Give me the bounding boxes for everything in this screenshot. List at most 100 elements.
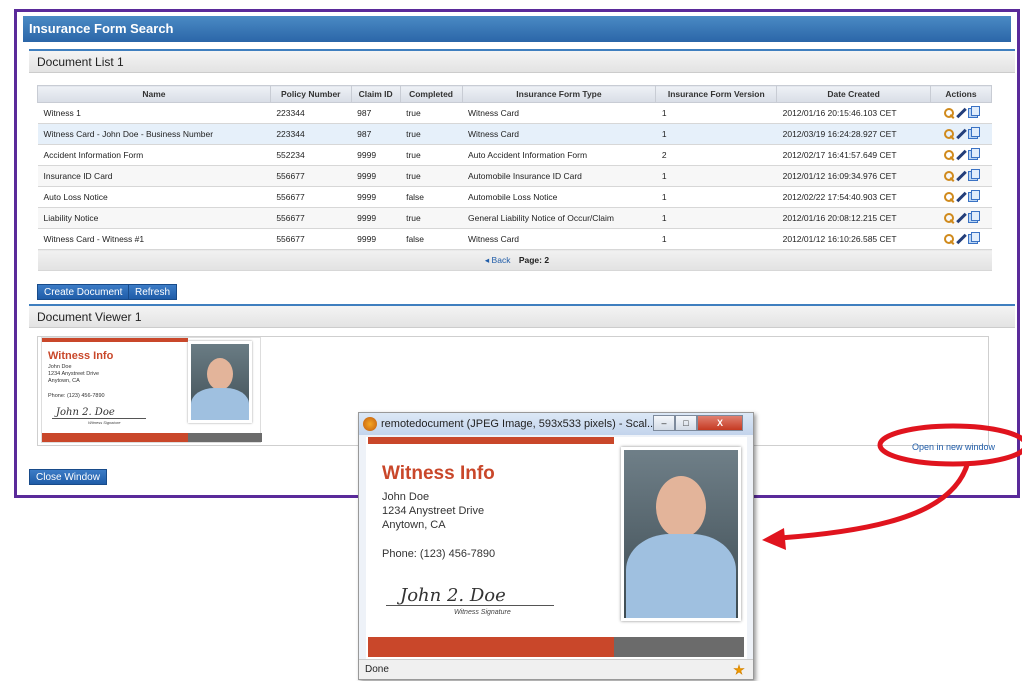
pager-page-label: Page: 2	[518, 254, 550, 265]
copy-icon[interactable]	[967, 106, 980, 119]
column-header-date-created[interactable]: Date Created	[776, 85, 932, 103]
card-phone: Phone: (123) 456-7890	[382, 548, 496, 560]
card-address-line1: 1234 Anystreet Drive	[48, 371, 100, 377]
popup-status-bar: Done	[359, 659, 753, 679]
edit-icon[interactable]	[956, 192, 966, 202]
witness-photo	[188, 341, 252, 423]
card-address-line2: Anytown, CA	[48, 378, 80, 384]
card-bottom-gray-bar	[188, 433, 262, 442]
status-icon	[733, 664, 745, 675]
cell-form-version: 1	[655, 123, 777, 145]
cell-name: Auto Loss Notice	[37, 186, 271, 208]
view-icon[interactable]	[943, 129, 954, 140]
copy-icon[interactable]	[967, 127, 980, 140]
card-address-line2: Anytown, CA	[382, 519, 446, 531]
cell-claim-id: 987	[351, 123, 401, 145]
photo-shirt	[626, 534, 736, 618]
app-title: Insurance Form Search	[23, 16, 1011, 42]
status-text: Done	[365, 664, 389, 675]
close-popup-button[interactable]: X	[697, 415, 743, 431]
edit-icon[interactable]	[956, 150, 966, 160]
view-icon[interactable]	[943, 192, 954, 203]
cell-form-type: Automobile Insurance ID Card	[462, 165, 656, 187]
copy-icon[interactable]	[967, 232, 980, 245]
column-header-claim-id[interactable]: Claim ID	[350, 85, 401, 103]
cell-claim-id: 9999	[351, 165, 401, 187]
firefox-icon	[363, 417, 377, 431]
cell-form-version: 1	[655, 165, 777, 187]
edit-icon[interactable]	[956, 108, 966, 118]
cell-date-created: 2012/02/17 16:41:57.649 CET	[776, 144, 931, 166]
view-icon[interactable]	[943, 108, 954, 119]
close-window-button[interactable]: Close Window	[29, 469, 107, 485]
card-signature-label: Witness Signature	[454, 609, 511, 616]
edit-icon[interactable]	[956, 171, 966, 181]
table-row[interactable]: Witness Card - John Doe - Business Numbe…	[37, 123, 992, 145]
cell-form-version: 1	[655, 207, 777, 229]
card-bottom-gray-bar	[614, 637, 744, 657]
pager-back-link[interactable]: ◂ Back	[485, 255, 511, 265]
cell-policy-number: 223344	[270, 123, 352, 145]
table-row[interactable]: Witness Card - Witness #1 556677 9999 fa…	[37, 228, 992, 250]
card-heading: Witness Info	[382, 463, 495, 484]
cell-claim-id: 9999	[351, 228, 401, 250]
copy-icon[interactable]	[967, 148, 980, 161]
column-header-policy-number[interactable]: Policy Number	[269, 85, 352, 103]
column-header-form-type[interactable]: Insurance Form Type	[461, 85, 657, 103]
cell-policy-number: 556677	[270, 207, 352, 229]
edit-icon[interactable]	[956, 234, 966, 244]
view-icon[interactable]	[943, 234, 954, 245]
cell-completed: true	[400, 144, 463, 166]
card-signature: John 2. Doe	[56, 407, 115, 418]
cell-actions	[930, 123, 992, 145]
open-in-new-window-link[interactable]: Open in new window	[912, 442, 995, 452]
refresh-button[interactable]: Refresh	[128, 284, 178, 300]
cell-claim-id: 9999	[351, 207, 401, 229]
view-icon[interactable]	[943, 150, 954, 161]
cell-name: Witness 1	[37, 102, 271, 124]
edit-icon[interactable]	[956, 213, 966, 223]
cell-completed: true	[400, 102, 463, 124]
copy-icon[interactable]	[967, 190, 980, 203]
edit-icon[interactable]	[956, 129, 966, 139]
cell-claim-id: 9999	[351, 144, 401, 166]
table-row[interactable]: Auto Loss Notice 556677 9999 false Autom…	[37, 186, 992, 208]
column-header-name[interactable]: Name	[37, 85, 271, 103]
cell-name: Witness Card - John Doe - Business Numbe…	[37, 123, 271, 145]
cell-policy-number: 556677	[270, 186, 352, 208]
card-name: John Doe	[48, 364, 72, 370]
witness-card-thumbnail[interactable]: Witness Info John Doe 1234 Anystreet Dri…	[41, 337, 262, 443]
witness-card-image: Witness Info John Doe 1234 Anystreet Dri…	[366, 437, 747, 659]
maximize-button[interactable]: □	[675, 415, 697, 431]
card-bottom-red-bar	[368, 637, 614, 657]
card-top-bar	[42, 338, 188, 342]
copy-icon[interactable]	[967, 211, 980, 224]
cell-form-type: Witness Card	[462, 102, 656, 124]
table-row[interactable]: Insurance ID Card 556677 9999 true Autom…	[37, 165, 992, 187]
cell-policy-number: 223344	[270, 102, 352, 124]
table-row[interactable]: Accident Information Form 552234 9999 tr…	[37, 144, 992, 166]
copy-icon[interactable]	[967, 169, 980, 182]
column-header-form-version[interactable]: Insurance Form Version	[655, 85, 778, 103]
cell-actions	[930, 186, 992, 208]
table-row[interactable]: Witness 1 223344 987 true Witness Card 1…	[37, 102, 992, 124]
minimize-button[interactable]: –	[653, 415, 675, 431]
create-document-button[interactable]: Create Document	[37, 284, 130, 300]
cell-policy-number: 552234	[270, 144, 352, 166]
pager: ◂ Back Page: 2	[37, 249, 992, 271]
cell-completed: true	[400, 123, 463, 145]
cell-date-created: 2012/03/19 16:24:28.927 CET	[776, 123, 931, 145]
annotation-arrow-head	[762, 528, 786, 550]
table-row[interactable]: Liability Notice 556677 9999 true Genera…	[37, 207, 992, 229]
photo-shirt	[191, 388, 249, 420]
cell-policy-number: 556677	[270, 165, 352, 187]
cell-actions	[930, 144, 992, 166]
column-header-completed[interactable]: Completed	[399, 85, 463, 103]
popup-title-bar[interactable]: remotedocument (JPEG Image, 593x533 pixe…	[359, 413, 753, 435]
photo-head	[207, 358, 233, 390]
cell-completed: true	[400, 207, 463, 229]
view-icon[interactable]	[943, 213, 954, 224]
cell-actions	[930, 207, 992, 229]
pager-cell: ◂ Back Page: 2	[37, 249, 992, 271]
view-icon[interactable]	[943, 171, 954, 182]
